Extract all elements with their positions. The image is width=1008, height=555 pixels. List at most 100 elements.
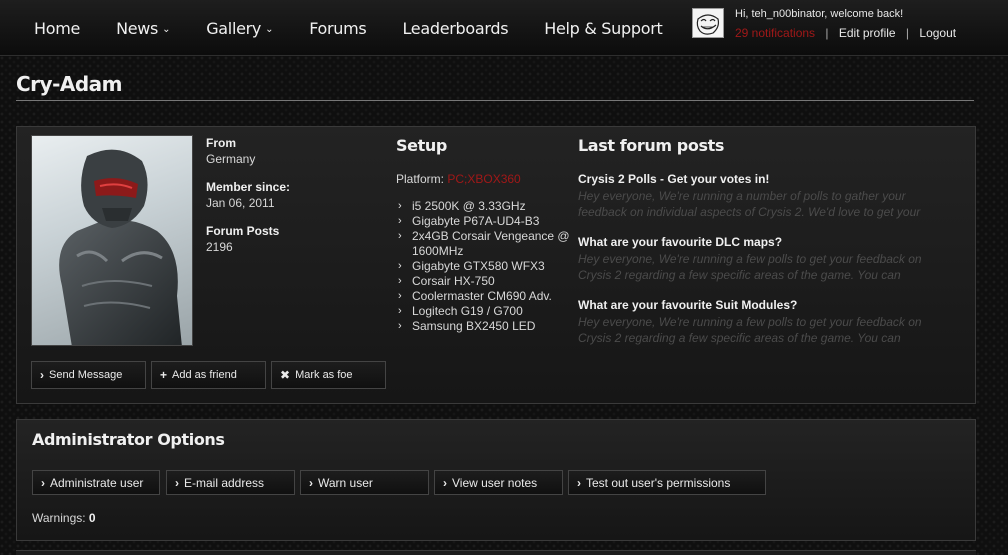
platform-label: Platform:	[396, 172, 444, 186]
setup-item-text: Gigabyte P67A-UD4-B3	[412, 214, 539, 228]
chevron-down-icon: ⌄	[162, 24, 170, 35]
welcome-message: Hi, teh_n00binator, welcome back!	[735, 8, 903, 20]
warnings-label: Warnings:	[32, 511, 86, 525]
post-title-link[interactable]: Crysis 2 Polls - Get your votes in!	[578, 172, 948, 186]
member-since-label: Member since:	[206, 180, 290, 194]
warn-user-label: Warn user	[318, 476, 373, 490]
add-friend-label: Add as friend	[172, 369, 237, 381]
bullet-icon: ›	[398, 199, 402, 214]
list-item: › Corsair HX-750	[396, 274, 581, 289]
send-message-button[interactable]: › Send Message	[31, 361, 146, 389]
mark-foe-button[interactable]: ✖Mark as foe	[271, 361, 386, 389]
bullet-icon: ›	[398, 304, 402, 319]
test-permissions-button[interactable]: › Test out user's permissions	[568, 470, 766, 495]
troll-face-avatar-icon	[693, 9, 723, 37]
last-posts-list: Crysis 2 Polls - Get your votes in! Hey …	[578, 172, 948, 361]
post-excerpt: Hey everyone, We're running a few polls …	[578, 314, 948, 346]
test-permissions-label: Test out user's permissions	[586, 476, 730, 490]
from-block: From Germany	[206, 136, 255, 166]
setup-item-text: Gigabyte GTX580 WFX3	[412, 259, 545, 273]
top-navigation-bar: Home News⌄ Gallery⌄ Forums Leaderboards …	[0, 0, 1008, 56]
from-label: From	[206, 136, 255, 150]
from-value: Germany	[206, 152, 255, 166]
bullet-icon: ›	[398, 274, 402, 289]
next-panel-edge	[16, 550, 976, 555]
chevron-right-icon: ›	[40, 368, 44, 382]
warnings-value: 0	[89, 511, 96, 525]
nav-help-support-label: Help & Support	[544, 19, 662, 38]
edit-profile-link[interactable]: Edit profile	[839, 26, 896, 40]
list-item: What are your favourite DLC maps? Hey ev…	[578, 235, 948, 283]
list-item: › Logitech G19 / G700	[396, 304, 581, 319]
nav-forums-label: Forums	[309, 19, 366, 38]
post-title-link[interactable]: What are your favourite DLC maps?	[578, 235, 948, 249]
bullet-icon: ›	[398, 229, 402, 244]
separator: |	[825, 26, 828, 40]
nav-gallery[interactable]: Gallery⌄	[206, 19, 273, 38]
post-excerpt: Hey everyone, We're running a number of …	[578, 188, 948, 220]
profile-panel: From Germany Member since: Jan 06, 2011 …	[16, 126, 976, 404]
avatar[interactable]	[692, 8, 724, 38]
view-user-notes-button[interactable]: › View user notes	[434, 470, 563, 495]
list-item: ›2x4GB Corsair Vengeance @ 1600MHz	[396, 229, 581, 259]
mark-foe-label: Mark as foe	[295, 369, 352, 381]
chevron-right-icon: ›	[41, 476, 45, 490]
nav-leaderboards-label: Leaderboards	[402, 19, 508, 38]
profile-photo	[31, 135, 193, 346]
nav-help-support[interactable]: Help & Support	[544, 19, 662, 38]
view-user-notes-label: View user notes	[452, 476, 537, 490]
admin-heading: Administrator Options	[32, 430, 225, 449]
notifications-link[interactable]: 29 notifications	[735, 26, 815, 40]
chevron-right-icon: ›	[309, 476, 313, 490]
page-title: Cry-Adam	[16, 72, 122, 96]
setup-heading: Setup	[396, 136, 447, 155]
list-item: › Gigabyte GTX580 WFX3	[396, 259, 581, 274]
setup-item-text: Corsair HX-750	[412, 274, 495, 288]
bullet-icon: ›	[398, 214, 402, 229]
list-item: What are your favourite Suit Modules? He…	[578, 298, 948, 346]
chevron-right-icon: ›	[175, 476, 179, 490]
last-posts-heading: Last forum posts	[578, 136, 724, 155]
setup-item-text: Coolermaster CM690 Adv.	[412, 289, 552, 303]
bullet-icon: ›	[398, 259, 402, 274]
nav-leaderboards[interactable]: Leaderboards	[402, 19, 508, 38]
member-since-block: Member since: Jan 06, 2011	[206, 180, 290, 210]
list-item: ›Coolermaster CM690 Adv.	[396, 289, 581, 304]
main-nav: Home News⌄ Gallery⌄ Forums Leaderboards …	[16, 0, 680, 56]
forum-posts-value: 2196	[206, 240, 279, 254]
nav-news[interactable]: News ⌄	[116, 19, 170, 38]
warn-user-button[interactable]: › Warn user	[300, 470, 429, 495]
email-address-button[interactable]: ›E-mail address	[166, 470, 295, 495]
administrate-user-button[interactable]: › Administrate user	[32, 470, 160, 495]
post-title-link[interactable]: What are your favourite Suit Modules?	[578, 298, 948, 312]
nav-news-label: News	[116, 19, 158, 38]
logout-link[interactable]: Logout	[919, 26, 956, 40]
setup-item-text: Samsung BX2450 LED	[412, 319, 535, 333]
forum-posts-block: Forum Posts 2196	[206, 224, 279, 254]
forum-posts-label: Forum Posts	[206, 224, 279, 238]
administrate-user-label: Administrate user	[50, 476, 143, 490]
list-item: › i5 2500K @ 3.33GHz	[396, 199, 581, 214]
separator: |	[906, 26, 909, 40]
nav-home[interactable]: Home	[34, 19, 80, 38]
post-excerpt: Hey everyone, We're running a few polls …	[578, 251, 948, 283]
warnings-line: Warnings: 0	[32, 511, 96, 525]
list-item: Crysis 2 Polls - Get your votes in! Hey …	[578, 172, 948, 220]
setup-item-text: i5 2500K @ 3.33GHz	[412, 199, 526, 213]
member-since-value: Jan 06, 2011	[206, 196, 290, 210]
title-divider	[16, 100, 974, 101]
user-links: 29 notifications | Edit profile | Logout	[735, 26, 956, 40]
send-message-label: Send Message	[49, 369, 122, 381]
chevron-right-icon: ›	[443, 476, 447, 490]
setup-list: › i5 2500K @ 3.33GHz › Gigabyte P67A-UD4-B…	[396, 199, 581, 334]
nav-home-label: Home	[34, 19, 80, 38]
nav-forums[interactable]: Forums	[309, 19, 366, 38]
add-friend-button[interactable]: +Add as friend	[151, 361, 266, 389]
nav-gallery-label: Gallery	[206, 19, 261, 38]
platform-value: PC;XBOX360	[447, 172, 520, 186]
bullet-icon: ›	[398, 319, 402, 334]
list-item: › Gigabyte P67A-UD4-B3	[396, 214, 581, 229]
setup-item-text: Logitech G19 / G700	[412, 304, 523, 318]
chevron-right-icon: ›	[577, 476, 581, 490]
list-item: › Samsung BX2450 LED	[396, 319, 581, 334]
